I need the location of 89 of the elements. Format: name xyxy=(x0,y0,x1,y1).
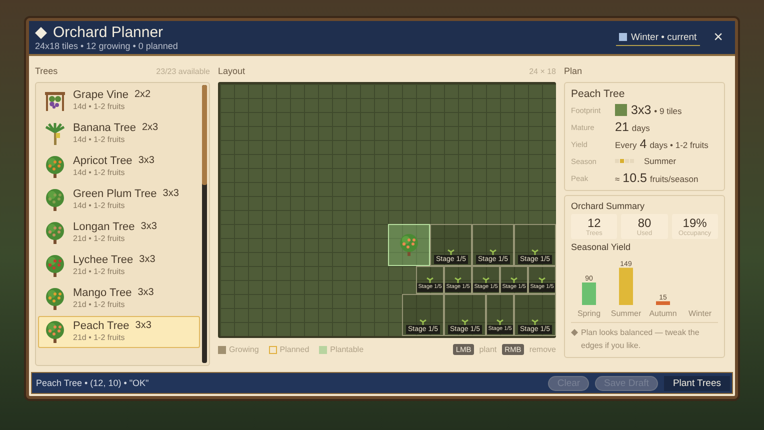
tree-name: Apricot Tree xyxy=(73,155,132,167)
sprout-icon xyxy=(510,277,518,283)
legend-item: Plantable xyxy=(319,345,364,354)
legend-item: Planned xyxy=(268,345,310,354)
fruit-tree-icon xyxy=(43,188,67,212)
tree-size: 3x3 xyxy=(135,320,152,332)
tree-info: 14d • 1-2 fruits xyxy=(73,168,126,177)
sprout-icon xyxy=(531,319,539,325)
section-title: Plan xyxy=(564,66,582,76)
hint-text: plant xyxy=(479,345,497,354)
tree-size: 2x2 xyxy=(134,89,151,101)
tree-name: Mango Tree xyxy=(73,287,132,299)
fruit-tree-icon xyxy=(397,233,421,257)
tree-list-item[interactable]: Banana Tree 2x3 14d • 1-2 fruits xyxy=(38,118,200,150)
sprout-icon xyxy=(426,277,434,283)
yield-bar xyxy=(619,268,633,305)
card-title: Orchard Summary xyxy=(571,201,646,211)
season-label: Summer xyxy=(610,309,642,318)
tree-size: 3x3 xyxy=(139,254,156,266)
tree-list-item[interactable]: Lychee Tree 3x3 21d • 1-2 fruits xyxy=(38,250,200,282)
fruit-tree-icon xyxy=(43,287,67,311)
sprout-icon xyxy=(496,319,504,325)
fruit-tree-icon xyxy=(43,155,67,179)
tree-name: Longan Tree xyxy=(73,221,135,233)
sprout-icon xyxy=(454,277,462,283)
grid-dimensions: 24 × 18 xyxy=(529,67,556,76)
diamond-icon xyxy=(571,329,578,336)
tree-info: 14d • 1-2 fruits xyxy=(73,135,126,144)
legend-item: Growing xyxy=(218,345,259,354)
tree-name: Lychee Tree xyxy=(73,254,134,266)
tree-list-item[interactable]: Green Plum Tree 3x3 14d • 1-2 fruits xyxy=(38,184,200,216)
season-label: Winter xyxy=(688,309,712,318)
tree-size: 3x3 xyxy=(138,155,154,167)
footprint-swatch xyxy=(615,104,627,116)
tree-info: 21d • 1-2 fruits xyxy=(73,234,126,243)
season-badge: Winter • current xyxy=(616,30,700,46)
card-title: Peach Tree xyxy=(571,88,626,100)
sprout-icon xyxy=(482,277,490,283)
sprout-icon xyxy=(461,319,469,325)
grapevine-icon xyxy=(43,89,67,113)
sprout-icon xyxy=(531,249,539,255)
diamond-icon xyxy=(35,26,47,38)
tree-info: 14d • 1-2 fruits xyxy=(73,201,126,210)
detail-value: Summer xyxy=(644,156,676,166)
action-button[interactable]: Plant Trees xyxy=(664,376,730,390)
tree-size: 3x3 xyxy=(162,188,179,200)
section-title: Trees xyxy=(35,66,58,76)
section-title: Layout xyxy=(218,66,246,76)
tree-name: Grape Vine xyxy=(73,89,128,101)
tree-list-item[interactable]: Grape Vine 2x2 14d • 1-2 fruits xyxy=(38,85,200,117)
detail-value: 3x3 • 9 tiles xyxy=(631,103,682,117)
fruit-tree-icon xyxy=(43,254,67,278)
summary-note: Plan looks balanced — tweak the edges if you like. xyxy=(581,327,700,352)
yield-bar xyxy=(656,301,670,305)
tree-size: 3x3 xyxy=(138,287,154,299)
sprout-icon xyxy=(489,249,497,255)
detail-value: 21 days xyxy=(615,120,650,134)
window-title: Orchard Planner xyxy=(53,24,164,41)
season-label: Autumn xyxy=(649,309,677,318)
window-subtitle: 24x18 tiles • 12 growing • 0 planned xyxy=(35,41,178,51)
sprout-icon xyxy=(447,249,455,255)
tree-list-item[interactable]: Longan Tree 3x3 21d • 1-2 fruits xyxy=(38,217,200,249)
detail-value: Every 4 days • 1-2 fruits xyxy=(615,137,708,151)
tree-info: 21d • 1-2 fruits xyxy=(73,267,126,276)
detail-value: ≈ 10.5 fruits/season xyxy=(615,171,698,185)
tree-name: Peach Tree xyxy=(73,320,130,332)
tree-list-item[interactable]: Peach Tree 3x3 21d • 1-2 fruits xyxy=(38,316,200,348)
sprout-icon xyxy=(419,319,427,325)
fruit-tree-icon xyxy=(43,320,67,344)
chart-title: Seasonal Yield xyxy=(571,242,632,252)
season-label: Spring xyxy=(577,309,601,318)
tree-list-item[interactable]: Mango Tree 3x3 21d • 1-2 fruits xyxy=(38,283,200,315)
sprout-icon xyxy=(538,277,546,283)
tree-name: Green Plum Tree xyxy=(73,188,157,200)
tree-info: 21d • 1-2 fruits xyxy=(73,333,126,342)
tree-size: 2x3 xyxy=(142,122,158,134)
tree-name: Banana Tree xyxy=(73,122,136,134)
hint-text: remove xyxy=(529,345,556,354)
fruit-tree-icon xyxy=(43,221,67,245)
yield-bar xyxy=(582,282,596,305)
tree-info: 14d • 1-2 fruits xyxy=(73,102,126,111)
status-text: Peach Tree • (12, 10) • "OK" xyxy=(36,378,150,388)
availability-count: 23/23 available xyxy=(156,67,210,76)
close-button[interactable]: × xyxy=(712,28,725,46)
banana-tree-icon xyxy=(43,122,67,146)
tree-info: 21d • 1-2 fruits xyxy=(73,300,126,309)
scrollbar[interactable] xyxy=(202,85,207,363)
tree-list-item[interactable]: Apricot Tree 3x3 14d • 1-2 fruits xyxy=(38,151,200,183)
tree-size: 3x3 xyxy=(140,221,157,233)
